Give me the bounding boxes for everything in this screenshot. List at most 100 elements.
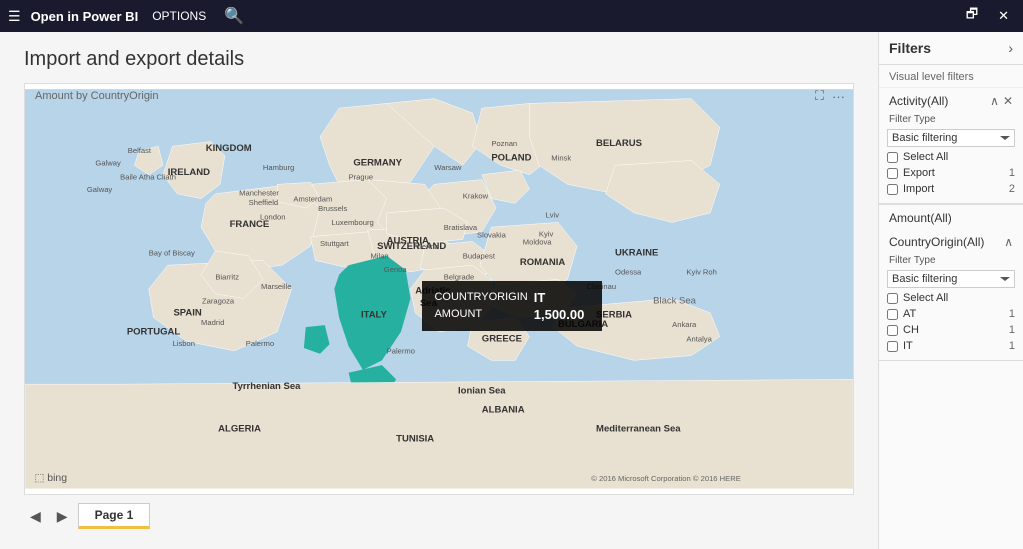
app-title: Open in Power BI [31, 9, 139, 24]
hamburger-menu[interactable]: ☰ [8, 8, 21, 25]
countryorigin-it-checkbox[interactable] [887, 341, 898, 352]
countryorigin-at-option[interactable]: AT 1 [879, 306, 1023, 322]
svg-text:Mediterranean Sea: Mediterranean Sea [596, 424, 681, 435]
filters-title: Filters [889, 40, 931, 56]
svg-text:Lviv: Lviv [546, 211, 560, 220]
svg-text:Palermo: Palermo [387, 347, 415, 356]
svg-text:Prague: Prague [349, 173, 374, 182]
svg-text:Amsterdam: Amsterdam [293, 194, 332, 203]
svg-text:ALGERIA: ALGERIA [218, 424, 261, 435]
svg-text:GERMANY: GERMANY [353, 157, 402, 168]
restore-button[interactable]: 🗗 [960, 3, 984, 29]
amount-filter-block: Amount(All) [879, 204, 1023, 229]
svg-text:SPAIN: SPAIN [173, 308, 201, 319]
activity-collapse-button[interactable]: ∧ [990, 94, 999, 108]
countryorigin-ch-checkbox[interactable] [887, 325, 898, 336]
expand-map-button[interactable]: ⛶ [815, 88, 824, 104]
more-options-button[interactable]: ··· [832, 88, 845, 104]
svg-text:POLAND: POLAND [491, 153, 531, 164]
close-button[interactable]: ✕ [992, 6, 1015, 26]
svg-text:Belfast: Belfast [128, 146, 152, 155]
hamburger-icon[interactable]: ☰ [8, 8, 21, 25]
svg-text:Marseille: Marseille [261, 282, 291, 291]
map-label: Amount by CountryOrigin [35, 90, 159, 102]
svg-text:Odessa: Odessa [615, 268, 642, 277]
countryorigin-at-checkbox[interactable] [887, 309, 898, 320]
svg-text:Ankara: Ankara [672, 320, 697, 329]
activity-export-option[interactable]: Export 1 [879, 165, 1023, 181]
svg-text:Sheffield: Sheffield [249, 198, 278, 207]
svg-text:TUNISIA: TUNISIA [396, 433, 434, 444]
activity-select-all-checkbox[interactable] [887, 152, 898, 163]
options-menu[interactable]: OPTIONS [152, 9, 206, 23]
svg-text:Ionian Sea: Ionian Sea [458, 386, 506, 397]
svg-text:UKRAINE: UKRAINE [615, 248, 658, 259]
svg-text:Bratislava: Bratislava [444, 223, 478, 232]
countryorigin-it-count: 1 [1009, 340, 1015, 352]
map-icons: ⛶ ··· [815, 88, 845, 104]
activity-import-checkbox[interactable] [887, 184, 898, 195]
report-title: Import and export details [24, 48, 854, 71]
page-1-tab[interactable]: Page 1 [78, 503, 151, 529]
svg-text:Manchester: Manchester [239, 189, 279, 198]
activity-export-checkbox[interactable] [887, 168, 898, 179]
countryorigin-at-label: AT [903, 308, 1004, 320]
visual-level-label: Visual level filters [879, 65, 1023, 88]
svg-text:Madrid: Madrid [201, 318, 224, 327]
svg-text:Minsk: Minsk [551, 154, 571, 163]
countryorigin-at-count: 1 [1009, 308, 1015, 320]
prev-page-button[interactable]: ◀ [24, 506, 47, 527]
countryorigin-it-option[interactable]: IT 1 [879, 338, 1023, 354]
svg-text:Palermo: Palermo [246, 339, 274, 348]
svg-text:Galway: Galway [95, 158, 121, 167]
tooltip-country-label: COUNTRYORIGIN [434, 289, 533, 306]
window-controls: 🗗 ✕ [960, 3, 1015, 29]
report-area: Import and export details Amount by Coun… [0, 32, 878, 549]
activity-export-count: 1 [1009, 167, 1015, 179]
svg-text:ITALY: ITALY [361, 310, 388, 321]
svg-text:ALBANIA: ALBANIA [482, 405, 525, 416]
tooltip-amount-value: 1,500.00 [534, 306, 591, 323]
countryorigin-ch-option[interactable]: CH 1 [879, 322, 1023, 338]
activity-filter-type-select[interactable]: Basic filtering [887, 129, 1015, 147]
title-bar: ☰ Open in Power BI OPTIONS 🔍 🗗 ✕ [0, 0, 1023, 32]
svg-text:Krakow: Krakow [463, 192, 489, 201]
svg-text:Black Sea: Black Sea [653, 295, 696, 306]
activity-filter-actions: ∧ ✕ [990, 94, 1013, 108]
activity-filter-title: Activity(All) [889, 94, 948, 108]
countryorigin-select-all-checkbox[interactable] [887, 293, 898, 304]
activity-import-option[interactable]: Import 2 [879, 181, 1023, 197]
svg-text:ROMANIA: ROMANIA [520, 257, 566, 268]
filters-panel: Filters › Visual level filters Activity(… [878, 32, 1023, 549]
svg-text:Luxembourg: Luxembourg [331, 218, 373, 227]
svg-text:Biarritz: Biarritz [215, 272, 239, 281]
filters-header: Filters › [879, 32, 1023, 65]
countryorigin-ch-label: CH [903, 324, 1004, 336]
countryorigin-select-all-label: Select All [903, 292, 1015, 304]
activity-select-all-option[interactable]: Select All [879, 149, 1023, 165]
activity-import-label: Import [903, 183, 1004, 195]
svg-text:Warsaw: Warsaw [434, 163, 462, 172]
svg-text:Budapest: Budapest [463, 252, 496, 261]
search-icon[interactable]: 🔍 [224, 6, 244, 26]
next-page-button[interactable]: ▶ [51, 506, 74, 527]
svg-text:Baile Atha Cliath: Baile Atha Cliath [120, 173, 176, 182]
countryorigin-it-label: IT [903, 340, 1004, 352]
countryorigin-filter-type-label: Filter Type [879, 253, 1023, 268]
svg-text:Genoa: Genoa [384, 265, 408, 274]
content-area: Import and export details Amount by Coun… [0, 32, 1023, 549]
countryorigin-collapse-button[interactable]: ∧ [1004, 235, 1013, 249]
svg-text:© 2016 Microsoft Corporation: © 2016 Microsoft Corporation © 2016 HERE [591, 474, 741, 483]
map-container[interactable]: Amount by CountryOrigin ⛶ ··· [24, 83, 854, 495]
activity-filter-block: Activity(All) ∧ ✕ Filter Type Basic filt… [879, 88, 1023, 204]
svg-text:Milan: Milan [370, 252, 388, 261]
svg-text:Galway: Galway [87, 185, 113, 194]
svg-text:GREECE: GREECE [482, 333, 522, 344]
countryorigin-filter-type-select[interactable]: Basic filtering [887, 270, 1015, 288]
countryorigin-select-all-option[interactable]: Select All [879, 290, 1023, 306]
filters-collapse-button[interactable]: › [1008, 40, 1013, 56]
activity-close-button[interactable]: ✕ [1003, 94, 1013, 108]
page-navigation: ◀ ▶ Page 1 [24, 499, 854, 533]
svg-text:Slovakia: Slovakia [477, 231, 507, 240]
svg-text:Lisbon: Lisbon [173, 339, 195, 348]
